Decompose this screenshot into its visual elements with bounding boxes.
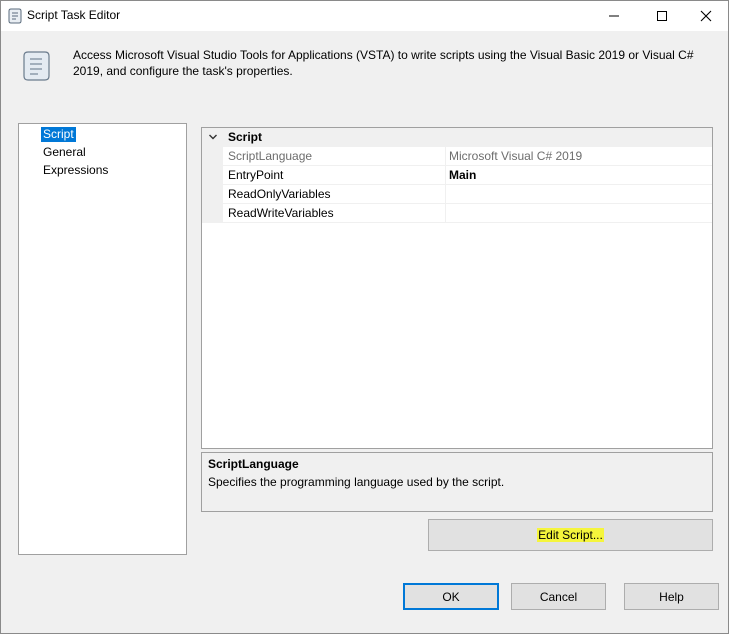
property-row-readwritevariables[interactable]: ReadWriteVariables: [202, 204, 712, 223]
maximize-button[interactable]: [639, 1, 685, 31]
minimize-button[interactable]: [591, 1, 637, 31]
scroll-icon: [23, 51, 50, 81]
page-list: Script General Expressions: [18, 123, 187, 555]
header-description: Access Microsoft Visual Studio Tools for…: [73, 48, 694, 78]
property-description-panel: ScriptLanguage Specifies the programming…: [201, 452, 713, 512]
description-title: ScriptLanguage: [208, 457, 299, 471]
nav-item-script[interactable]: Script: [41, 127, 76, 142]
property-name: ReadOnlyVariables: [228, 187, 331, 201]
window-title: Script Task Editor: [27, 8, 121, 22]
title-bar[interactable]: Script Task Editor: [1, 1, 728, 31]
property-name: ScriptLanguage: [228, 149, 313, 163]
property-grid: Script ScriptLanguage Microsoft Visual C…: [201, 127, 713, 449]
close-icon: [700, 10, 712, 22]
close-button[interactable]: [683, 1, 729, 31]
nav-item-expressions[interactable]: Expressions: [41, 163, 110, 178]
help-button[interactable]: Help: [624, 583, 719, 610]
nav-item-general[interactable]: General: [41, 145, 88, 160]
category-label: Script: [228, 130, 263, 144]
script-task-editor-window: Script Task Editor Access Microsoft Visu…: [0, 0, 729, 634]
scroll-icon: [8, 8, 22, 24]
maximize-icon: [657, 11, 667, 21]
property-row-readonlyvariables[interactable]: ReadOnlyVariables: [202, 185, 712, 204]
cancel-button[interactable]: Cancel: [511, 583, 606, 610]
edit-script-label: Edit Script...: [537, 528, 604, 542]
property-category[interactable]: Script: [202, 128, 712, 147]
description-text: Specifies the programming language used …: [208, 475, 505, 489]
property-value: Microsoft Visual C# 2019: [449, 149, 583, 163]
property-name: EntryPoint: [228, 168, 284, 182]
property-value: Main: [449, 168, 477, 182]
property-row-scriptlanguage[interactable]: ScriptLanguage Microsoft Visual C# 2019: [202, 147, 712, 166]
property-name: ReadWriteVariables: [228, 206, 334, 220]
chevron-down-icon[interactable]: [208, 132, 218, 142]
edit-script-button[interactable]: Edit Script...: [428, 519, 713, 551]
minimize-icon: [609, 15, 619, 17]
ok-button[interactable]: OK: [403, 583, 499, 610]
property-row-entrypoint[interactable]: EntryPoint Main: [202, 166, 712, 185]
